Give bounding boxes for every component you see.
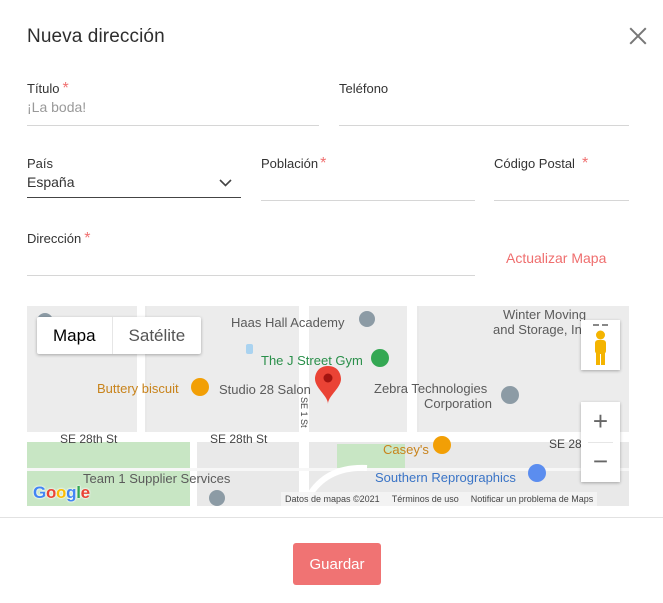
required-mark: * <box>62 80 69 97</box>
road-label: SE 28 <box>549 437 582 451</box>
poi-label[interactable]: The J Street Gym <box>261 353 363 368</box>
report-problem-link[interactable]: Notificar un problema de Maps <box>471 492 594 506</box>
poblacion-field[interactable]: Población * <box>261 155 475 201</box>
poi-label[interactable]: Team 1 Supplier Services <box>83 471 230 486</box>
poi-label[interactable]: Southern Reprographics <box>375 470 516 485</box>
poi-label[interactable]: Casey's <box>383 442 429 457</box>
poi-label[interactable]: Zebra Technologies <box>374 381 487 396</box>
direccion-field[interactable]: Dirección * <box>27 230 475 276</box>
codigo-postal-field[interactable]: Código Postal * <box>494 155 629 201</box>
terms-link[interactable]: Términos de uso <box>392 492 459 506</box>
zoom-out-button[interactable]: − <box>581 442 620 482</box>
codigo-postal-label: Código Postal <box>494 156 575 171</box>
poi-label[interactable]: Winter Moving <box>503 307 586 322</box>
map[interactable]: Mapa Satélite Haas Hall Academy The J St… <box>27 306 629 506</box>
road-label: SE 28th St <box>60 432 118 446</box>
poblacion-label: Población <box>261 156 319 171</box>
poi-label[interactable]: Haas Hall Academy <box>231 315 344 330</box>
required-mark: * <box>320 155 327 172</box>
direccion-label: Dirección <box>27 231 82 246</box>
update-map-link[interactable]: Actualizar Mapa <box>506 250 606 266</box>
close-icon[interactable] <box>627 25 649 47</box>
poi-label[interactable]: Buttery biscuit <box>97 381 179 396</box>
chevron-down-icon[interactable] <box>219 179 232 187</box>
map-attribution: Datos de mapas ©2021 Términos de uso Not… <box>281 492 598 506</box>
required-mark: * <box>84 230 91 247</box>
map-data-credit: Datos de mapas ©2021 <box>285 494 380 504</box>
pais-label: País <box>27 156 54 171</box>
pais-select[interactable]: España <box>27 174 74 190</box>
titulo-input[interactable]: ¡La boda! <box>27 99 86 115</box>
road-label: SE 28th St <box>210 432 268 446</box>
map-type-map[interactable]: Mapa <box>37 317 113 354</box>
poi-label[interactable]: Corporation <box>424 396 492 411</box>
zoom-in-button[interactable]: + <box>581 402 620 442</box>
telefono-label: Teléfono <box>339 81 389 96</box>
street-view-pegman-icon[interactable] <box>581 320 620 370</box>
zoom-control[interactable]: + − <box>581 402 620 482</box>
titulo-label: Título <box>27 81 60 96</box>
pais-field[interactable]: País España <box>27 155 241 200</box>
map-type-satellite[interactable]: Satélite <box>113 317 202 354</box>
titulo-field[interactable]: Título * ¡La boda! <box>27 80 319 126</box>
road-label: SE 1 St <box>299 397 309 428</box>
map-type-control[interactable]: Mapa Satélite <box>37 317 202 354</box>
google-logo: Google <box>33 483 90 502</box>
telefono-field[interactable]: Teléfono <box>339 80 629 126</box>
new-address-dialog: Nueva dirección Título * ¡La boda! Teléfo… <box>0 0 663 603</box>
save-button[interactable]: Guardar <box>293 543 381 585</box>
required-mark: * <box>581 155 589 172</box>
dialog-title: Nueva dirección <box>27 26 165 47</box>
poi-label[interactable]: and Storage, In <box>493 322 582 337</box>
poi-label[interactable]: Studio 28 Salon <box>219 382 311 397</box>
footer-divider <box>0 517 663 518</box>
